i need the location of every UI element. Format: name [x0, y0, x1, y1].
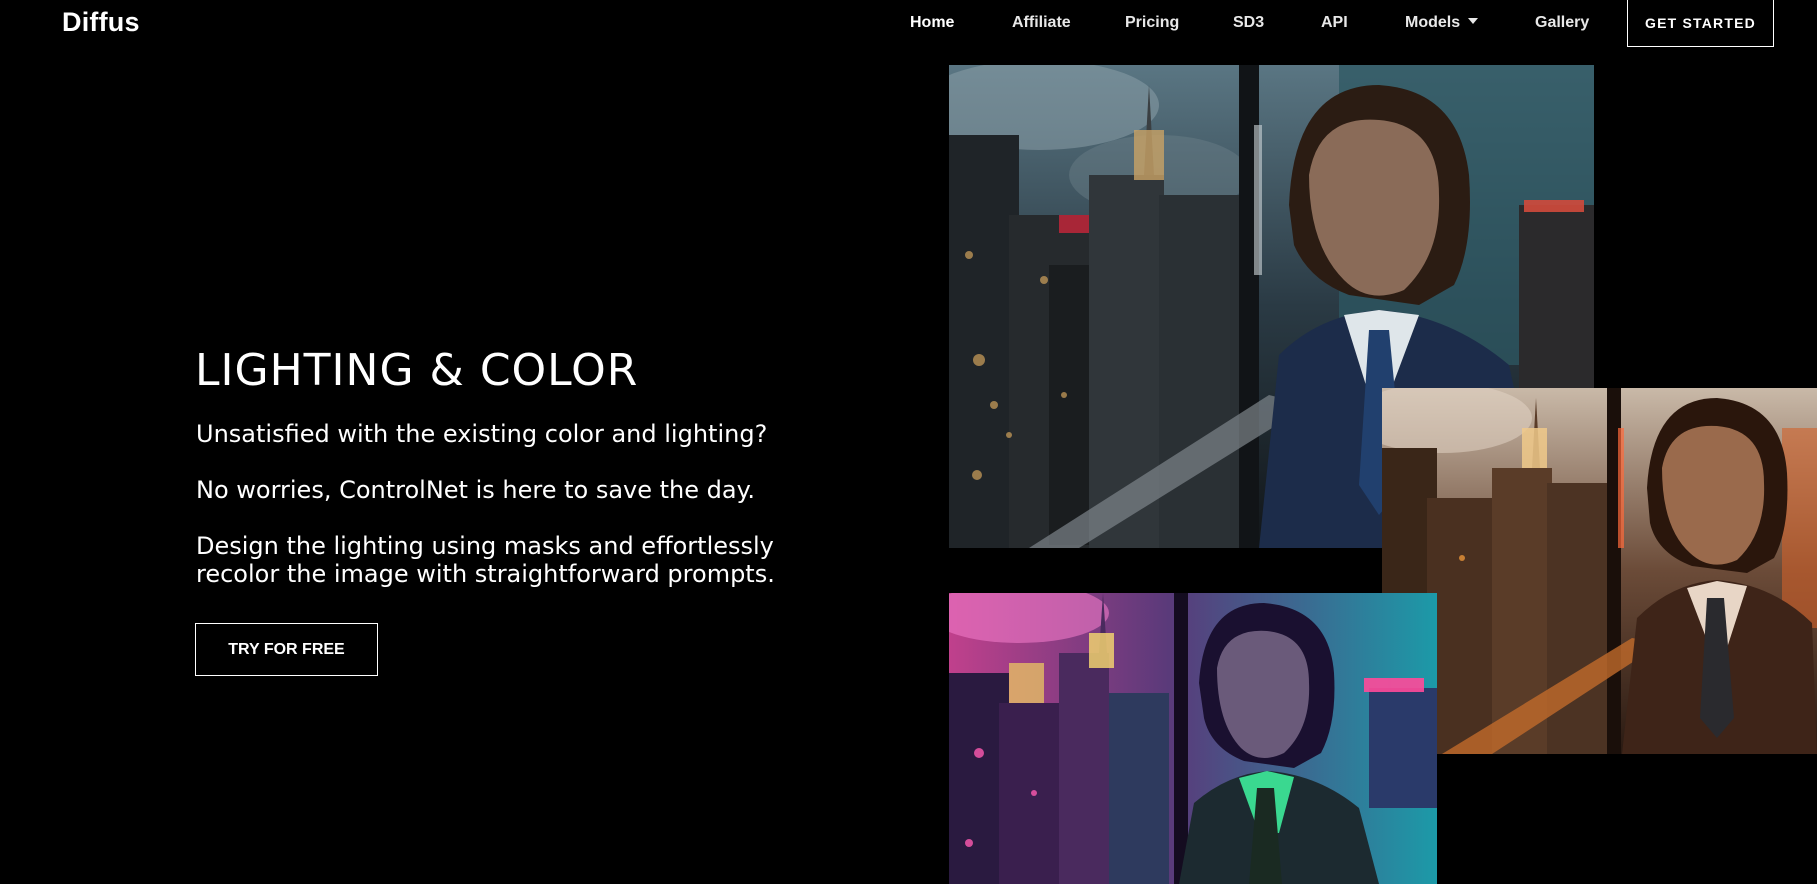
nav-gallery[interactable]: Gallery [1535, 14, 1589, 32]
portrait-image-neon [949, 593, 1437, 884]
top-navigation: Diffus Home Affiliate Pricing SD3 API Mo… [0, 0, 1817, 48]
nav-home[interactable]: Home [910, 14, 954, 32]
hero-paragraph-2: No worries, ControlNet is here to save t… [196, 476, 756, 504]
nav-models[interactable]: Models [1405, 14, 1479, 32]
chevron-down-icon [1468, 18, 1479, 24]
hero-paragraph-1: Unsatisfied with the existing color and … [196, 420, 768, 448]
hero-title: LIGHTING & COLOR [195, 345, 639, 396]
try-for-free-button[interactable]: TRY FOR FREE [195, 623, 378, 676]
nav-sd3[interactable]: SD3 [1233, 14, 1264, 32]
nav-models-label: Models [1405, 14, 1461, 31]
nav-pricing[interactable]: Pricing [1125, 14, 1179, 32]
get-started-button[interactable]: GET STARTED [1627, 0, 1774, 47]
nav-api[interactable]: API [1321, 14, 1348, 32]
portrait-image-warm [1382, 388, 1817, 754]
nav-affiliate[interactable]: Affiliate [1012, 14, 1071, 32]
portrait-neon-illustration [949, 593, 1437, 884]
portrait-warm-illustration [1382, 388, 1817, 754]
page: Diffus Home Affiliate Pricing SD3 API Mo… [0, 0, 1817, 884]
hero-paragraph-3: Design the lighting using masks and effo… [196, 532, 775, 588]
logo[interactable]: Diffus [62, 7, 140, 38]
